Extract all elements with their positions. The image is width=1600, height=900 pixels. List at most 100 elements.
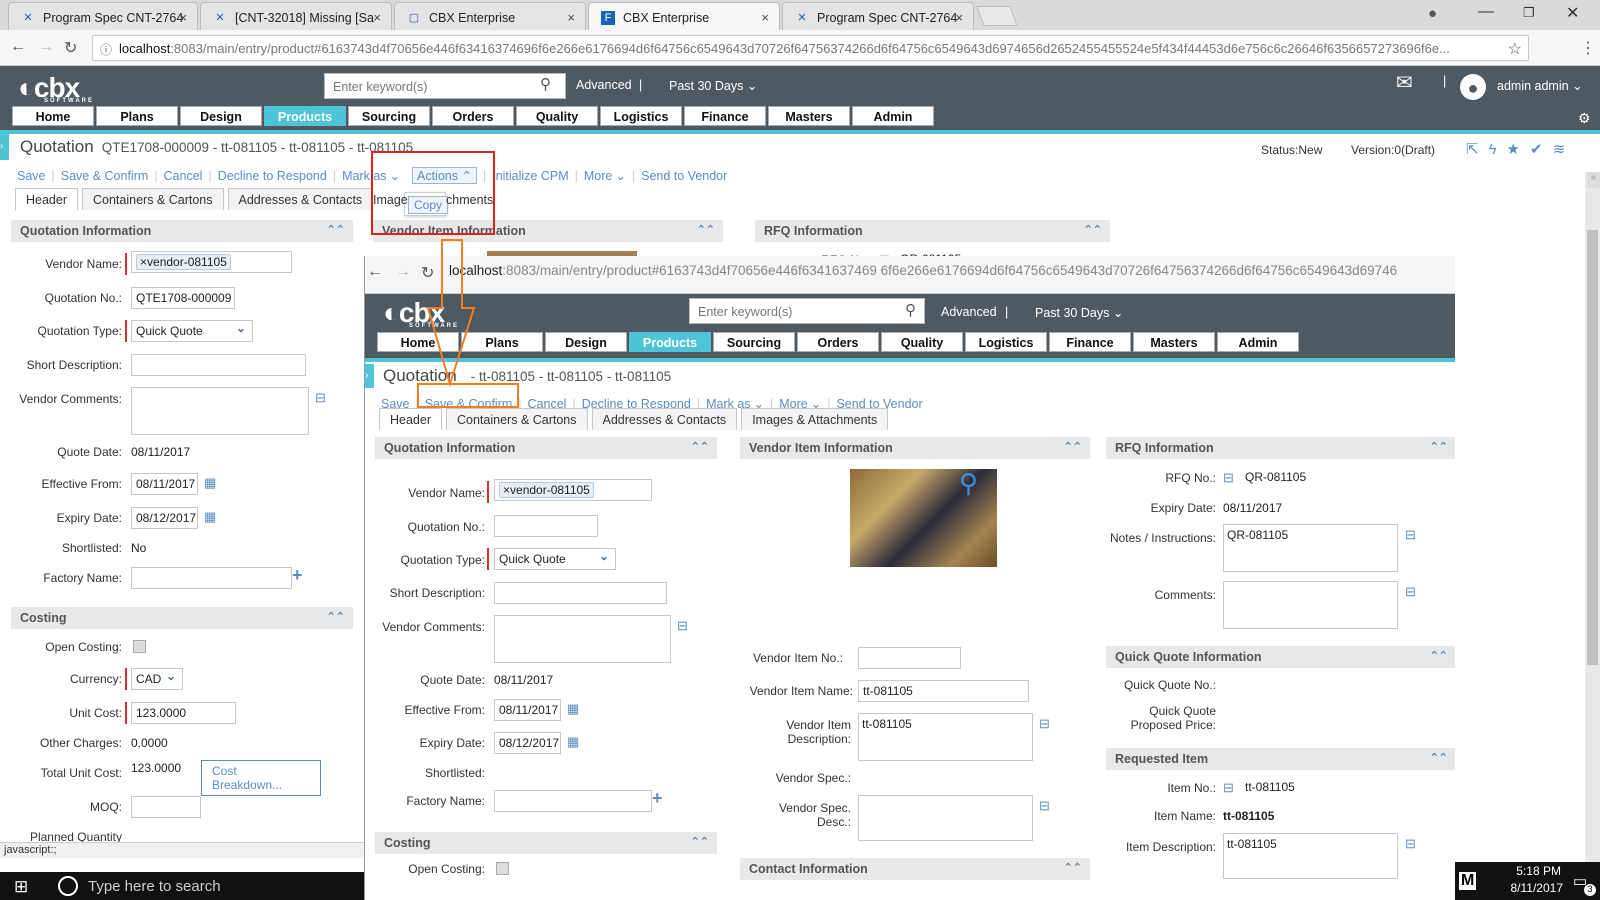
- info-icon[interactable]: ⓘ: [100, 41, 112, 58]
- cortana-icon[interactable]: [58, 876, 78, 896]
- nav-plans[interactable]: Plans: [96, 106, 178, 126]
- period-dropdown[interactable]: Past 30 Days ⌄: [669, 78, 757, 93]
- popup-editor-icon[interactable]: ⊟: [315, 390, 326, 406]
- cost-breakdown-button[interactable]: Cost Breakdown...: [201, 760, 321, 796]
- moq-field[interactable]: [131, 796, 201, 818]
- more-menu[interactable]: More: [584, 169, 612, 183]
- collapse-icon[interactable]: ⌃⌃: [1084, 223, 1102, 236]
- close-icon[interactable]: ×: [761, 10, 769, 25]
- cancel-button[interactable]: Cancel: [164, 169, 203, 183]
- reload-icon[interactable]: ↻: [421, 263, 434, 283]
- expiry-date-field[interactable]: 08/12/2017: [131, 507, 198, 529]
- factory-name-field[interactable]: [131, 567, 292, 589]
- period-dropdown[interactable]: Past 30 Days ⌄: [1035, 305, 1123, 320]
- remove-icon[interactable]: ×: [140, 255, 147, 269]
- close-icon[interactable]: ×: [955, 10, 963, 25]
- nav-products[interactable]: Products: [264, 106, 346, 126]
- effective-from-field[interactable]: 08/11/2017: [494, 699, 561, 721]
- nav-logistics[interactable]: Logistics: [600, 106, 682, 126]
- scrollbar-thumb[interactable]: [1587, 230, 1598, 665]
- comments-field[interactable]: [1223, 581, 1398, 629]
- collapse-icon[interactable]: ⌃⌃: [691, 440, 709, 453]
- collapse-icon[interactable]: ⌃⌃: [327, 610, 345, 623]
- currency-select[interactable]: CAD: [131, 668, 183, 690]
- open-external-icon[interactable]: ⇱: [1466, 141, 1489, 158]
- popup-editor-icon[interactable]: ⊟: [677, 618, 688, 634]
- popup-editor-icon[interactable]: ⊟: [1405, 527, 1416, 543]
- forward-icon[interactable]: →: [38, 38, 54, 56]
- quotation-no-field[interactable]: [494, 515, 598, 537]
- nav-sourcing[interactable]: Sourcing: [348, 106, 430, 126]
- vendor-name-field[interactable]: ×vendor-081105: [131, 251, 292, 273]
- overlay-url[interactable]: localhost:8083/main/entry/product#616374…: [449, 263, 1397, 278]
- vendor-tag[interactable]: ×vendor-081105: [136, 254, 231, 270]
- collapse-icon[interactable]: ⌃⌃: [1430, 649, 1448, 662]
- save-confirm-button[interactable]: Save & Confirm: [61, 169, 149, 183]
- user-menu[interactable]: admin admin ⌄: [1497, 78, 1583, 93]
- popup-editor-icon[interactable]: ⊟: [1039, 798, 1050, 814]
- address-bar[interactable]: ⓘ localhost:8083/main/entry/product#6163…: [92, 35, 1529, 61]
- section-vendor-item[interactable]: Vendor Item Information ⌃⌃: [740, 437, 1090, 459]
- vendor-item-no-field[interactable]: [858, 647, 961, 669]
- section-rfq-bg[interactable]: RFQ Information ⌃⌃: [755, 220, 1110, 242]
- windows-start-icon[interactable]: ⊞: [14, 877, 28, 897]
- link-icon[interactable]: ⊟: [1223, 470, 1234, 486]
- tab-addresses[interactable]: Addresses & Contacts: [227, 188, 374, 210]
- remove-icon[interactable]: ×: [503, 483, 510, 497]
- window-close-icon[interactable]: ✕: [1566, 3, 1579, 23]
- nav-orders[interactable]: Orders: [432, 106, 514, 126]
- vendor-comments-field[interactable]: [131, 387, 309, 435]
- vendor-item-description-field[interactable]: tt-081105: [858, 713, 1033, 761]
- search-icon[interactable]: ⚲: [540, 75, 551, 93]
- vendor-item-name-field[interactable]: tt-081105: [858, 680, 1029, 702]
- nav-design[interactable]: Design: [180, 106, 262, 126]
- section-quotation-info[interactable]: Quotation Information ⌃⌃: [11, 220, 353, 242]
- tab-header[interactable]: Header: [15, 188, 78, 210]
- forward-icon[interactable]: →: [395, 263, 411, 281]
- add-icon[interactable]: +: [652, 788, 663, 809]
- nav-quality[interactable]: Quality: [516, 106, 598, 126]
- close-icon[interactable]: ×: [567, 10, 575, 25]
- collapse-icon[interactable]: ⌃⌃: [1064, 861, 1082, 874]
- lightning-icon[interactable]: ϟ: [1489, 141, 1507, 158]
- star-icon[interactable]: ★: [1507, 141, 1530, 158]
- reload-icon[interactable]: ↻: [64, 38, 77, 58]
- nav-logistics[interactable]: Logistics: [965, 332, 1047, 352]
- popup-editor-icon[interactable]: ⊟: [1039, 716, 1050, 732]
- browser-tab-active[interactable]: F CBX Enterprise ×: [588, 2, 780, 30]
- tab-containers[interactable]: Containers & Cartons: [446, 408, 588, 430]
- link-icon[interactable]: ⊟: [1223, 780, 1234, 796]
- new-tab-button[interactable]: [976, 6, 1018, 26]
- send-to-vendor-button[interactable]: Send to Vendor: [641, 169, 727, 183]
- nav-orders[interactable]: Orders: [797, 332, 879, 352]
- settings-icon[interactable]: ⚙: [1578, 110, 1591, 127]
- search-input[interactable]: Enter keyword(s): [689, 298, 925, 324]
- nav-admin[interactable]: Admin: [852, 106, 934, 126]
- approve-icon[interactable]: ✔: [1530, 141, 1553, 158]
- collapse-icon[interactable]: ⌃⌃: [697, 223, 715, 236]
- minimize-icon[interactable]: —: [1478, 3, 1494, 21]
- advanced-search-link[interactable]: Advanced: [576, 78, 632, 92]
- nav-finance[interactable]: Finance: [684, 106, 766, 126]
- collapse-icon[interactable]: ⌃⌃: [1064, 440, 1082, 453]
- notes-field[interactable]: QR-081105: [1223, 524, 1398, 572]
- search-input[interactable]: Enter keyword(s): [324, 73, 566, 99]
- section-rfq-info[interactable]: RFQ Information ⌃⌃: [1106, 437, 1455, 459]
- nav-quality[interactable]: Quality: [881, 332, 963, 352]
- taskbar-search[interactable]: Type here to search: [88, 878, 221, 895]
- collapse-icon[interactable]: ⌃⌃: [691, 835, 709, 848]
- nav-sourcing[interactable]: Sourcing: [713, 332, 795, 352]
- section-costing[interactable]: Costing ⌃⌃: [11, 607, 353, 629]
- section-requested-item[interactable]: Requested Item ⌃⌃: [1106, 748, 1455, 770]
- effective-from-field[interactable]: 08/11/2017: [131, 473, 198, 495]
- app-icon[interactable]: M: [1459, 872, 1477, 890]
- back-icon[interactable]: ←: [367, 263, 383, 281]
- side-toggle-icon[interactable]: ›: [365, 364, 374, 388]
- bookmark-star-icon[interactable]: ☆: [1507, 39, 1522, 59]
- collapse-icon[interactable]: ⌃⌃: [327, 223, 345, 236]
- vendor-name-field[interactable]: ×vendor-081105: [494, 479, 652, 501]
- calendar-icon[interactable]: ▦: [567, 734, 579, 750]
- section-contact-info[interactable]: Contact Information ⌃⌃: [740, 858, 1090, 880]
- tab-containers[interactable]: Containers & Cartons: [82, 188, 224, 210]
- vendor-comments-field[interactable]: [494, 615, 671, 663]
